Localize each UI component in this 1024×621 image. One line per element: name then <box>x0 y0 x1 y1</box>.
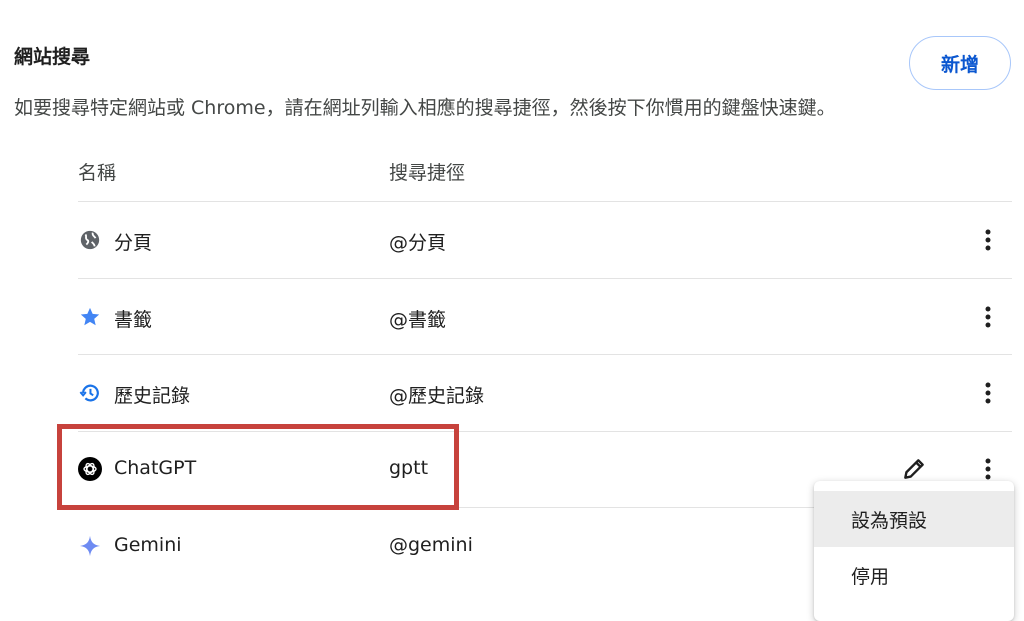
row-shortcut: gptt <box>389 457 429 479</box>
row-shortcut: @書籤 <box>389 309 447 331</box>
row-name: 書籤 <box>114 309 153 331</box>
globe-icon <box>78 228 102 252</box>
more-options-icon[interactable] <box>976 377 1000 409</box>
add-button[interactable]: 新增 <box>909 36 1011 90</box>
row-shortcut: @gemini <box>389 534 473 556</box>
column-header-name: 名稱 <box>78 162 117 184</box>
star-icon <box>78 305 102 329</box>
menu-item-disable[interactable]: 停用 <box>814 547 1014 603</box>
row-shortcut: @分頁 <box>389 232 447 254</box>
row-shortcut: @歷史記錄 <box>389 385 485 407</box>
table-row-bookmarks: 書籤 @書籤 <box>78 279 1012 355</box>
table-row-tabs: 分頁 @分頁 <box>78 202 1012 278</box>
gemini-sparkle-icon <box>78 534 102 558</box>
more-options-icon[interactable] <box>976 301 1000 333</box>
section-title: 網站搜尋 <box>14 46 91 68</box>
row-name: ChatGPT <box>114 457 197 479</box>
column-header-shortcut: 搜尋捷徑 <box>389 162 466 184</box>
row-name: Gemini <box>114 534 182 556</box>
history-icon <box>78 381 102 405</box>
table-row-history: 歷史記錄 @歷史記錄 <box>78 355 1012 431</box>
chatgpt-logo-icon <box>78 457 102 481</box>
menu-item-set-default[interactable]: 設為預設 <box>814 491 1014 547</box>
edit-pencil-icon[interactable] <box>900 455 928 483</box>
context-menu: 設為預設 停用 <box>814 481 1014 621</box>
row-name: 歷史記錄 <box>114 385 191 407</box>
more-options-icon[interactable] <box>976 224 1000 256</box>
section-description: 如要搜尋特定網站或 Chrome，請在網址列輸入相應的搜尋捷徑，然後按下你慣用的… <box>14 97 836 119</box>
row-name: 分頁 <box>114 232 153 254</box>
